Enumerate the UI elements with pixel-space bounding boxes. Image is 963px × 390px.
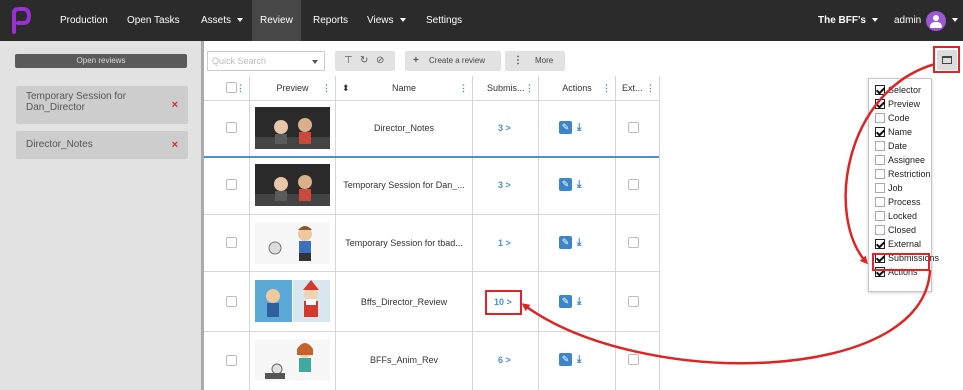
nav-assets[interactable]: Assets <box>201 0 244 41</box>
clear-filter-icon[interactable]: ⊘ <box>376 54 384 68</box>
download-icon[interactable]: ⤓ <box>577 178 581 191</box>
edit-icon[interactable]: ✎ <box>559 121 572 134</box>
preview-thumbnail[interactable] <box>255 280 330 322</box>
column-button-highlight <box>933 46 960 73</box>
external-checkbox[interactable] <box>628 179 639 190</box>
review-name[interactable]: Bffs_Director_Review <box>337 297 471 307</box>
chevron-down-icon <box>399 18 406 23</box>
header-preview[interactable]: Preview ⋮ <box>250 76 335 100</box>
nav-review[interactable]: Review <box>252 0 301 41</box>
nav-settings[interactable]: Settings <box>426 0 462 41</box>
row-selection-line <box>204 156 659 158</box>
chevron-down-icon <box>871 18 878 23</box>
row-checkbox[interactable] <box>226 296 237 307</box>
user-menu-caret[interactable] <box>952 0 958 41</box>
filter-toolbar: ⊤ ↻ ⊘ <box>335 51 395 71</box>
header-name[interactable]: ⬍ Name ⋮ <box>336 76 472 100</box>
search-input[interactable]: Quick Search <box>207 51 325 71</box>
edit-icon[interactable]: ✎ <box>559 295 572 308</box>
row-checkbox[interactable] <box>226 237 237 248</box>
create-review-button[interactable]: + Create a review <box>405 51 501 71</box>
edit-icon[interactable]: ✎ <box>559 353 572 366</box>
download-icon[interactable]: ⤓ <box>577 121 581 134</box>
external-checkbox[interactable] <box>628 354 639 365</box>
row-checkbox[interactable] <box>226 122 237 133</box>
preview-thumbnail[interactable] <box>255 107 330 149</box>
session-card[interactable]: Director_Notes × <box>16 131 188 159</box>
preview-thumbnail[interactable] <box>255 339 330 381</box>
preview-thumbnail[interactable] <box>255 164 330 206</box>
more-button[interactable]: ⋮ More <box>505 51 565 71</box>
review-name[interactable]: BFFs_Anim_Rev <box>337 355 471 365</box>
external-checkbox[interactable] <box>628 237 639 248</box>
nav-reports[interactable]: Reports <box>313 0 348 41</box>
project-selector[interactable]: The BFF's <box>818 0 878 41</box>
nav-views[interactable]: Views <box>367 0 406 41</box>
row-checkbox[interactable] <box>226 355 237 366</box>
refresh-icon[interactable]: ↻ <box>360 54 368 68</box>
close-icon[interactable]: × <box>172 139 178 151</box>
nav-production[interactable]: Production <box>60 0 108 41</box>
avatar[interactable] <box>926 11 946 31</box>
review-name[interactable]: Temporary Session for tbad... <box>337 238 471 248</box>
review-name[interactable]: Director_Notes <box>337 123 471 133</box>
external-checkbox[interactable] <box>628 296 639 307</box>
close-icon[interactable]: × <box>172 99 178 111</box>
filter-icon[interactable]: ⊤ <box>344 54 353 68</box>
app-logo[interactable] <box>8 6 34 34</box>
submissions-link[interactable]: 6 > <box>498 355 511 365</box>
edit-icon[interactable]: ✎ <box>559 178 572 191</box>
preview-thumbnail[interactable] <box>255 222 330 264</box>
user-name[interactable]: admin <box>894 0 921 41</box>
submissions-link[interactable]: 3 > <box>498 123 511 133</box>
submissions-link[interactable]: 3 > <box>498 180 511 190</box>
session-label: Director_Notes <box>26 139 93 150</box>
submissions-count-highlight <box>485 290 522 315</box>
open-reviews-button[interactable]: Open reviews <box>15 54 187 68</box>
header-selector[interactable]: ⋮ <box>204 76 249 100</box>
chevron-down-icon <box>237 18 244 23</box>
plus-icon: + <box>413 55 419 66</box>
reviews-table: ⋮ Preview ⋮ ⬍ Name ⋮ Submis... ⋮ Actions ⋮ Ex… <box>204 76 963 390</box>
header-external[interactable]: Ext... ⋮ <box>616 76 659 100</box>
sort-icon[interactable]: ⬍ <box>342 76 350 100</box>
external-checkbox[interactable] <box>628 122 639 133</box>
session-card[interactable]: Temporary Session for Dan_Director × <box>16 86 188 124</box>
more-vertical-icon: ⋮ <box>513 55 523 66</box>
edit-icon[interactable]: ✎ <box>559 236 572 249</box>
chevron-down-icon[interactable] <box>312 60 318 64</box>
nav-open-tasks[interactable]: Open Tasks <box>127 0 180 41</box>
download-icon[interactable]: ⤓ <box>577 236 581 249</box>
download-icon[interactable]: ⤓ <box>577 353 581 366</box>
submissions-link[interactable]: 1 > <box>498 238 511 248</box>
download-icon[interactable]: ⤓ <box>577 295 581 308</box>
review-name[interactable]: Temporary Session for Dan_... <box>337 180 471 190</box>
header-actions[interactable]: Actions ⋮ <box>539 76 615 100</box>
submissions-option-highlight <box>872 253 930 271</box>
row-checkbox[interactable] <box>226 179 237 190</box>
top-navigation-bar: Production Open Tasks Assets Review Repo… <box>0 0 963 41</box>
session-label: Temporary Session for Dan_Director <box>26 91 127 113</box>
chevron-down-icon <box>952 18 958 23</box>
review-sidebar: Open reviews Temporary Session for Dan_D… <box>0 41 201 390</box>
header-submissions[interactable]: Submis... ⋮ <box>473 76 538 100</box>
